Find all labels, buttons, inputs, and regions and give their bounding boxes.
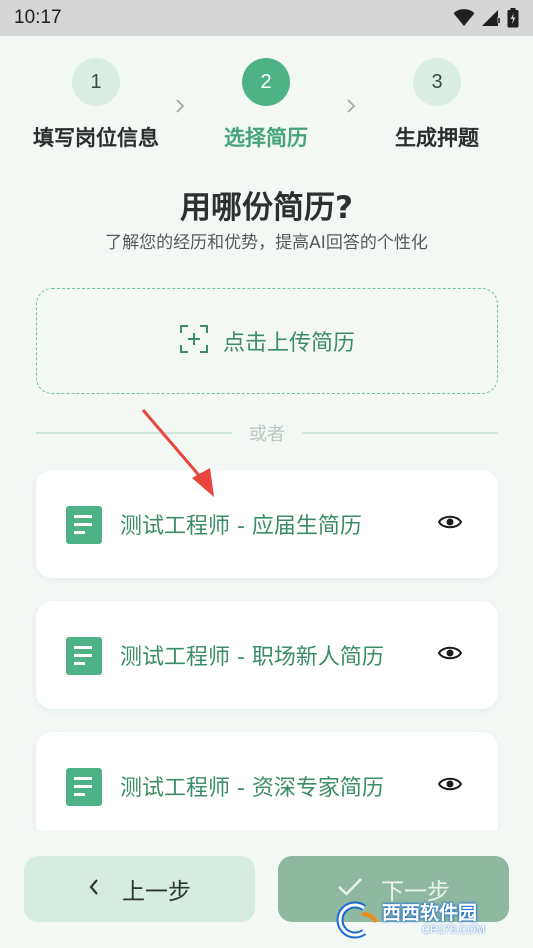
step-2: 2 选择简历 <box>186 58 346 152</box>
wifi-icon <box>453 9 475 26</box>
step-3: 3 生成押题 <box>357 58 517 152</box>
resume-title: 测试工程师 - 职场新人简历 <box>120 645 384 670</box>
eye-icon[interactable] <box>437 644 463 666</box>
resume-card[interactable]: 测试工程师 - 职场新人简历 <box>36 601 498 709</box>
resume-list: 测试工程师 - 应届生简历 测试工程师 - 职场新人简历 测试工程师 - 资深专… <box>0 470 533 830</box>
page-subtitle: 了解您的经历和优势，提高AI回答的个性化 <box>105 233 428 253</box>
step-3-label: 生成押题 <box>395 126 479 150</box>
status-time: 10:17 <box>14 7 62 28</box>
upload-label: 点击上传简历 <box>222 331 355 356</box>
stepper: 1 填写岗位信息 2 选择简历 3 生成押题 <box>0 58 533 168</box>
resume-title: 测试工程师 - 资深专家简历 <box>120 776 384 801</box>
step-2-number: 2 <box>242 58 290 106</box>
document-icon <box>66 506 102 548</box>
chevron-right-icon <box>346 98 356 119</box>
signal-icon <box>482 10 500 26</box>
chevron-right-icon <box>175 98 185 119</box>
step-3-number: 3 <box>413 58 461 106</box>
page-title: 用哪份简历? <box>180 190 353 226</box>
prev-step-button[interactable]: 上一步 <box>24 856 255 922</box>
watermark-subtitle: CR173.COM <box>422 924 485 936</box>
chevron-left-icon <box>88 878 100 900</box>
document-icon <box>66 768 102 810</box>
step-1-number: 1 <box>72 58 120 106</box>
or-divider: 或者 <box>36 420 498 445</box>
eye-icon[interactable] <box>437 513 463 535</box>
watermark-title: 西西软件园 <box>382 902 478 924</box>
eye-icon[interactable] <box>437 775 463 797</box>
prev-step-label: 上一步 <box>122 879 191 905</box>
step-1: 1 填写岗位信息 <box>16 58 176 152</box>
upload-resume-button[interactable]: 点击上传简历 <box>36 288 498 394</box>
step-1-label: 填写岗位信息 <box>33 126 159 150</box>
battery-charging-icon <box>507 8 519 28</box>
watermark: 西西软件园 CR173.COM <box>334 896 530 944</box>
upload-plus-icon <box>179 324 209 358</box>
status-bar: 10:17 <box>0 0 533 36</box>
document-icon <box>66 637 102 679</box>
watermark-logo-icon <box>336 901 378 939</box>
resume-card[interactable]: 测试工程师 - 应届生简历 <box>36 470 498 578</box>
step-2-label: 选择简历 <box>224 126 308 150</box>
resume-card[interactable]: 测试工程师 - 资深专家简历 <box>36 732 498 830</box>
divider-line-right <box>302 432 498 434</box>
resume-title: 测试工程师 - 应届生简历 <box>120 514 362 539</box>
status-icons <box>453 8 519 28</box>
